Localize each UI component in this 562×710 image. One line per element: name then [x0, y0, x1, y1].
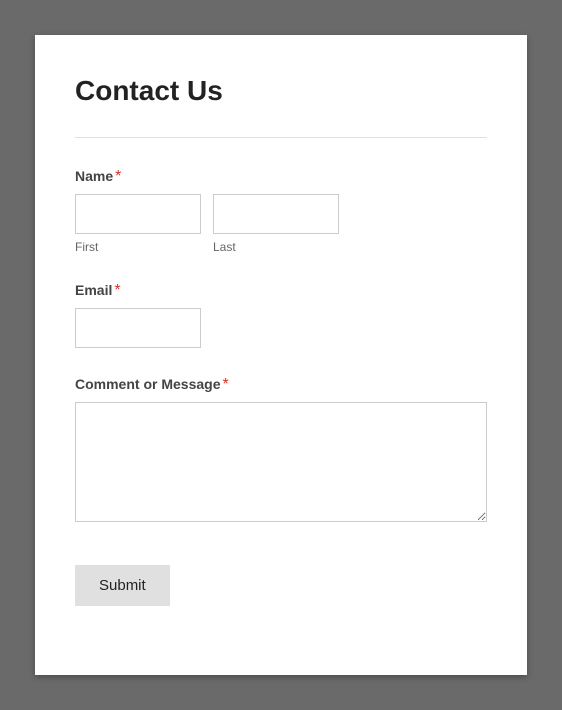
first-name-column: First [75, 194, 201, 254]
name-required-marker: * [115, 168, 121, 185]
email-label: Email [75, 282, 112, 298]
message-textarea[interactable] [75, 402, 487, 522]
message-label: Comment or Message [75, 376, 220, 392]
page-title: Contact Us [75, 75, 487, 107]
submit-button[interactable]: Submit [75, 565, 170, 606]
first-name-input[interactable] [75, 194, 201, 234]
last-name-sublabel: Last [213, 240, 339, 254]
name-field-group: Name* First Last [75, 168, 487, 254]
name-input-row: First Last [75, 194, 487, 254]
message-field-group: Comment or Message* [75, 376, 487, 527]
divider [75, 137, 487, 138]
email-required-marker: * [114, 282, 120, 299]
name-label: Name [75, 168, 113, 184]
email-field-group: Email* [75, 282, 487, 348]
first-name-sublabel: First [75, 240, 201, 254]
last-name-input[interactable] [213, 194, 339, 234]
message-required-marker: * [222, 376, 228, 393]
email-input[interactable] [75, 308, 201, 348]
last-name-column: Last [213, 194, 339, 254]
contact-form-card: Contact Us Name* First Last Email* Comme… [35, 35, 527, 675]
